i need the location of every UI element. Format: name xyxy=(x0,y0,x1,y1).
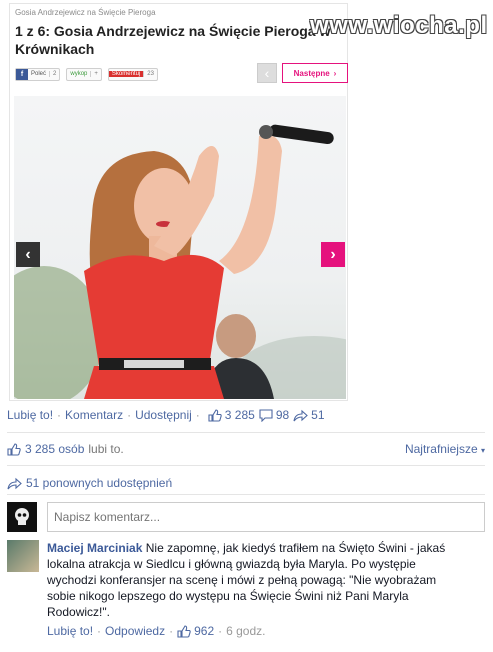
comment-link[interactable]: Komentarz xyxy=(65,408,123,422)
comment-input[interactable] xyxy=(47,502,485,532)
photo-prev-arrow[interactable]: ‹ xyxy=(16,242,40,267)
share-arrow-icon xyxy=(293,409,308,421)
likes-summary-suffix: lubi to. xyxy=(88,442,124,456)
photo-next-arrow[interactable]: › xyxy=(321,242,345,267)
next-button[interactable]: Następne › xyxy=(282,63,348,83)
post-actions: Lubię to! · Komentarz · Udostępnij · 3 2… xyxy=(7,408,325,422)
fb-like-count: 2 xyxy=(49,71,59,77)
wykop-count: + xyxy=(90,71,101,77)
likes-summary-count[interactable]: 3 285 osób xyxy=(25,442,84,456)
comment-body: Maciej Marciniak Nie zapomnę, jak kiedyś… xyxy=(47,540,457,620)
fb-like-label: Poleć xyxy=(31,71,47,77)
chevron-right-icon: › xyxy=(330,245,336,263)
chevron-left-icon: ‹ xyxy=(264,65,270,81)
chevron-right-icon: › xyxy=(333,68,337,78)
separator-dot: · xyxy=(169,624,174,638)
comment-reply-link[interactable]: Odpowiedz xyxy=(105,624,165,638)
avatar xyxy=(7,502,37,532)
comment-share-button[interactable]: Skomentuj 23 xyxy=(107,67,158,81)
article-photo[interactable]: ‹ › xyxy=(14,96,346,399)
shares-summary-text: 51 ponownych udostępnień xyxy=(26,476,173,490)
divider xyxy=(7,465,485,466)
comment-actions: Lubię to! · Odpowiedz · 962 · 6 godz. xyxy=(47,624,266,638)
comments-stat[interactable]: 98 xyxy=(259,408,289,422)
comment-author[interactable]: Maciej Marciniak xyxy=(47,541,142,555)
comment-like-link[interactable]: Lubię to! xyxy=(47,624,93,638)
comments-count: 98 xyxy=(275,408,290,422)
likes-summary: 3 285 osób lubi to. Najtrafniejsze ▾ xyxy=(7,442,485,456)
thumbs-up-icon xyxy=(208,408,222,422)
separator-dot: · xyxy=(97,624,102,638)
likes-stat[interactable]: 3 285 xyxy=(208,408,255,422)
wykop-button[interactable]: wykop + xyxy=(66,67,102,81)
skull-icon xyxy=(15,508,29,525)
site-watermark: www.wiocha.pl xyxy=(310,12,488,39)
shares-stat[interactable]: 51 xyxy=(293,408,325,422)
next-label: Następne xyxy=(293,68,330,78)
like-link[interactable]: Lubię to! xyxy=(7,408,53,422)
wykop-label: wykop xyxy=(70,71,88,77)
separator-dot: · xyxy=(57,408,62,422)
ordering-label: Najtrafniejsze xyxy=(404,442,478,456)
separator-dot: · xyxy=(218,624,223,638)
comment-share-count: 23 xyxy=(143,71,157,77)
share-row: f Poleć 2 wykop + Skomentuj 23 xyxy=(15,67,158,81)
comment-time[interactable]: 6 godz. xyxy=(226,624,265,638)
separator-dot: · xyxy=(127,408,132,422)
previous-button[interactable]: ‹ xyxy=(257,63,277,83)
comment-ordering-dropdown[interactable]: Najtrafniejsze ▾ xyxy=(405,442,485,456)
article-title: 1 z 6: Gosia Andrzejewicz na Święcie Pie… xyxy=(15,23,331,57)
comment-likes-stat[interactable]: 962 xyxy=(177,624,214,638)
separator-dot: · xyxy=(195,408,200,422)
avatar[interactable] xyxy=(7,540,39,572)
facebook-icon: f xyxy=(16,68,28,80)
breadcrumb[interactable]: Gosia Andrzejewicz na Święcie Pieroga xyxy=(15,8,156,17)
divider xyxy=(7,494,485,495)
chevron-left-icon: ‹ xyxy=(25,245,31,263)
share-arrow-icon xyxy=(7,477,22,489)
comment-share-label: Skomentuj xyxy=(108,71,144,77)
divider xyxy=(7,432,485,433)
share-link[interactable]: Udostępnij xyxy=(135,408,192,422)
shares-summary[interactable]: 51 ponownych udostępnień xyxy=(7,476,172,490)
thumbs-up-icon xyxy=(177,624,191,638)
singer-photo-illustration xyxy=(14,124,346,399)
caret-down-icon: ▾ xyxy=(480,446,485,455)
comment-composer xyxy=(7,502,485,532)
fb-like-button[interactable]: f Poleć 2 xyxy=(15,67,61,81)
shares-count: 51 xyxy=(311,408,325,422)
comment-bubble-icon xyxy=(259,408,273,422)
thumbs-up-icon xyxy=(7,442,21,456)
likes-count: 3 285 xyxy=(224,408,255,422)
comment-likes-count: 962 xyxy=(194,624,215,638)
